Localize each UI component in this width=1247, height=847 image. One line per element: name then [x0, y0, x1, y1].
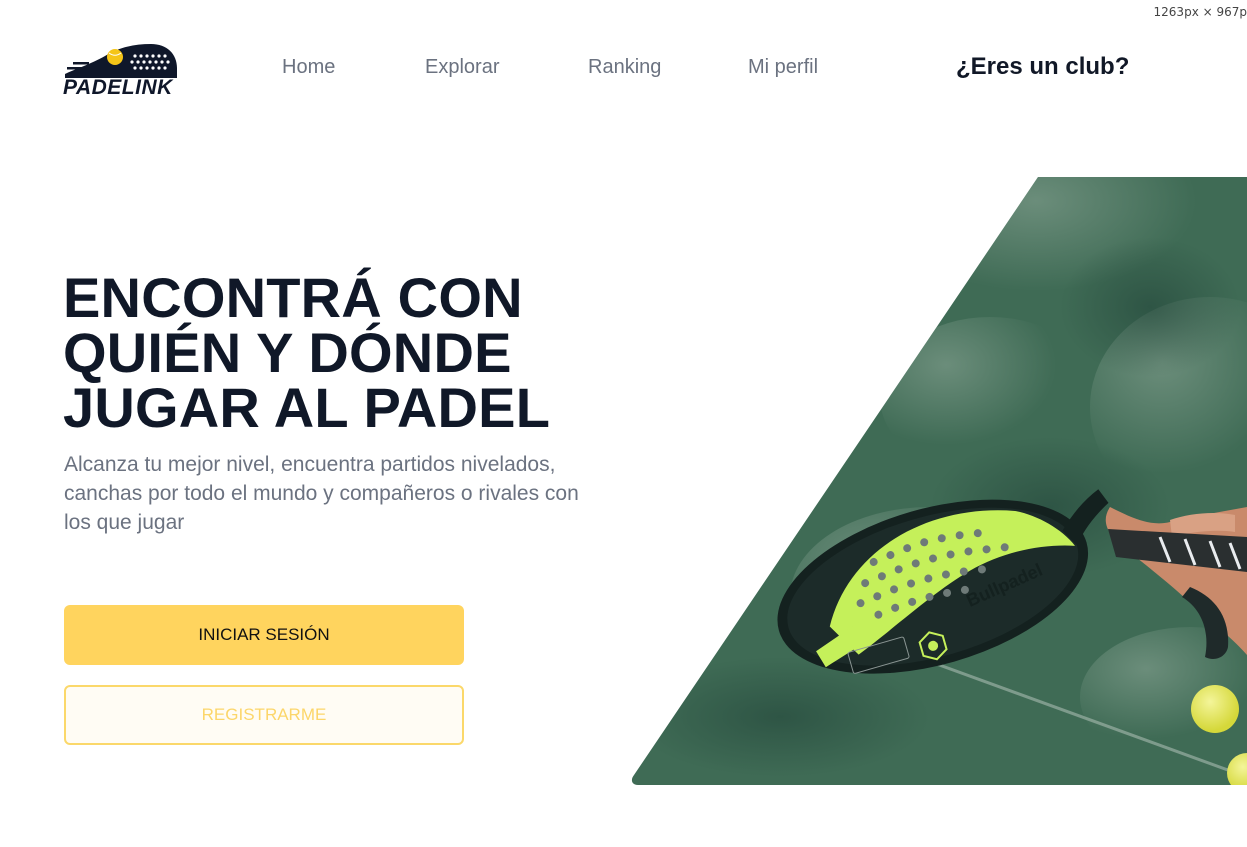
nav-home-link[interactable]: Home [282, 56, 335, 79]
padel-racket-ball-icon [65, 44, 177, 78]
login-button[interactable]: INICIAR SESIÓN [64, 605, 464, 665]
club-cta-link[interactable]: ¿Eres un club? [956, 53, 1129, 81]
hero-title-line: JUGAR AL PADEL [63, 376, 551, 439]
hero-title-line: QUIÉN Y DÓNDE [63, 321, 512, 384]
landing-page: 1263px × 967p PADELINK Home Explorar Ran… [0, 0, 1247, 847]
logo-wordmark: PADELINK [63, 76, 173, 99]
hero-padel-photo: Bullpadel [631, 177, 1247, 785]
hero-title-line: ENCONTRÁ CON [63, 266, 523, 329]
hero-title: ENCONTRÁ CON QUIÉN Y DÓNDE JUGAR AL PADE… [63, 266, 683, 439]
nav-explorar-link[interactable]: Explorar [425, 56, 499, 79]
nav-mi-perfil-link[interactable]: Mi perfil [748, 56, 818, 79]
screen-size-readout: 1263px × 967p [1153, 5, 1247, 19]
nav-ranking-link[interactable]: Ranking [588, 56, 661, 79]
padelink-logo[interactable]: PADELINK [63, 44, 181, 100]
hero-subtitle: Alcanza tu mejor nivel, encuentra partid… [64, 453, 579, 534]
register-button[interactable]: REGISTRARME [64, 685, 464, 745]
